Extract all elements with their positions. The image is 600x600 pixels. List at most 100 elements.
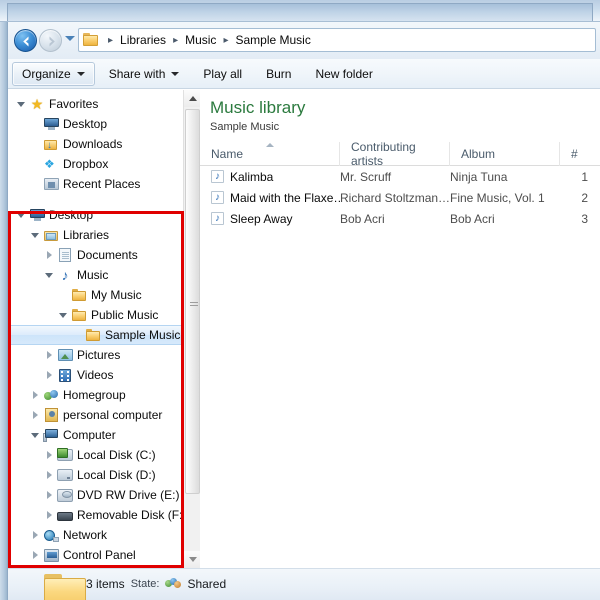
breadcrumb-item-libraries[interactable]: Libraries <box>118 32 168 48</box>
triangle-right-icon[interactable] <box>42 451 56 459</box>
forward-button[interactable] <box>39 29 62 52</box>
network-icon <box>42 529 60 542</box>
triangle-down-icon[interactable] <box>14 212 28 218</box>
tree-item-network[interactable]: Network <box>8 525 183 545</box>
tree-item-label: Libraries <box>63 228 110 242</box>
triangle-down-icon[interactable] <box>14 101 28 107</box>
page-subtitle: Sample Music <box>210 121 280 133</box>
triangle-right-icon[interactable] <box>42 491 56 499</box>
album-cell: Ninja Tuna <box>450 169 508 184</box>
monitor-icon <box>42 118 60 130</box>
triangle-up-icon <box>188 96 197 101</box>
tree-item-downloads[interactable]: ↓ Downloads <box>8 134 183 154</box>
triangle-down-icon[interactable] <box>28 232 42 238</box>
tree-item-personal-computer[interactable]: personal computer <box>8 405 183 425</box>
play-all-button[interactable]: Play all <box>193 62 252 86</box>
dropbox-icon: ❖ <box>44 156 55 171</box>
triangle-right-icon[interactable] <box>42 371 56 379</box>
tree-item-label: My Music <box>91 288 142 302</box>
tree-item-videos[interactable]: Videos <box>8 365 183 385</box>
file-list-pane[interactable]: Music library Sample Music Name Contribut… <box>200 90 600 568</box>
scroll-up-button[interactable] <box>184 90 201 107</box>
homegroup-icon <box>42 389 60 402</box>
triangle-right-icon[interactable] <box>28 411 42 419</box>
tree-item-label: Downloads <box>63 137 123 151</box>
folder-icon <box>70 288 88 302</box>
triangle-right-icon[interactable] <box>42 351 56 359</box>
tree-item-pictures[interactable]: Pictures <box>8 345 183 365</box>
tree-item-favorites[interactable]: ★ Favorites <box>8 94 183 114</box>
tree-item-local-disk-c[interactable]: Local Disk (C:) <box>8 445 183 465</box>
triangle-down-icon[interactable] <box>56 312 70 318</box>
triangle-right-icon[interactable] <box>42 471 56 479</box>
tree-item-label: Network <box>63 528 108 542</box>
tree-item-desktop[interactable]: Desktop <box>8 114 183 134</box>
tree-item-dvd-rw-drive-e[interactable]: DVD RW Drive (E:) <box>8 485 183 505</box>
tree-item-removable-disk-f[interactable]: Removable Disk (F:) <box>8 505 183 525</box>
tree-item-dropbox[interactable]: ❖ Dropbox <box>8 154 183 174</box>
column-header-album[interactable]: Album <box>450 141 560 166</box>
triangle-right-icon[interactable] <box>42 511 56 519</box>
tree-item-public-music[interactable]: Public Music <box>8 305 183 325</box>
column-header-name[interactable]: Name <box>200 141 340 166</box>
column-header-[interactable]: # <box>560 142 600 166</box>
tree-item-sample-music[interactable]: Sample Music <box>8 325 183 345</box>
share-with-button[interactable]: Share with <box>99 62 190 86</box>
navigation-pane[interactable]: ★ Favorites Desktop ↓ Downloads ❖ Dropbox Recen… <box>8 90 183 568</box>
new-folder-button[interactable]: New folder <box>305 62 382 86</box>
track-number-cell: 3 <box>581 211 588 226</box>
triangle-right-icon[interactable] <box>42 251 56 259</box>
column-headers: Name Contributing artists Album # <box>200 140 600 168</box>
table-row[interactable]: ♪ Sleep Away Bob Acri Bob Acri 3 <box>200 208 600 229</box>
chevron-down-icon[interactable] <box>65 36 75 41</box>
explorer-window: ▸ Libraries ▸ Music ▸ Sample Music Organ… <box>0 0 600 600</box>
tree-item-documents[interactable]: Documents <box>8 245 183 265</box>
tree-item-control-panel[interactable]: Control Panel <box>8 545 183 565</box>
triangle-right-icon[interactable] <box>28 551 42 559</box>
contributing-artists-cell: Bob Acri <box>340 211 385 226</box>
column-header-label: Album <box>461 146 496 161</box>
organize-button[interactable]: Organize <box>12 61 95 86</box>
album-cell: Bob Acri <box>450 211 495 226</box>
back-button[interactable] <box>14 29 37 52</box>
tree-item-homegroup[interactable]: Homegroup <box>8 385 183 405</box>
scroll-down-button[interactable] <box>184 551 201 568</box>
tree-item-label: Local Disk (C:) <box>77 448 156 462</box>
table-row[interactable]: ♪ Kalimba Mr. Scruff Ninja Tuna 1 <box>200 166 600 187</box>
contributing-artists-cell: Richard Stoltzman… <box>340 190 450 205</box>
status-details: 3 items State: Shared <box>86 577 226 591</box>
breadcrumb-item-sample-music[interactable]: Sample Music <box>233 32 312 48</box>
tree-item-recent-places[interactable]: Recent Places <box>8 174 183 194</box>
tree-item-label: Favorites <box>49 97 99 111</box>
tree-item-desktop[interactable]: Desktop <box>8 205 183 225</box>
table-row[interactable]: ♪ Maid with the Flaxe… Richard Stoltzman… F… <box>200 187 600 208</box>
breadcrumb-item-music[interactable]: Music <box>183 32 218 48</box>
tree-item-my-music[interactable]: My Music <box>8 285 183 305</box>
drive-icon <box>56 469 74 481</box>
triangle-down-icon[interactable] <box>42 272 56 278</box>
address-bar: ▸ Libraries ▸ Music ▸ Sample Music <box>8 22 600 59</box>
triangle-right-icon[interactable] <box>28 391 42 399</box>
tree-item-label: Videos <box>77 368 114 382</box>
column-header-contributing-artists[interactable]: Contributing artists <box>340 140 450 168</box>
star-icon: ★ <box>30 96 44 112</box>
navigation-pane-scrollbar[interactable] <box>183 90 201 568</box>
page-title: Music library <box>210 98 306 117</box>
breadcrumb[interactable]: ▸ Libraries ▸ Music ▸ Sample Music <box>78 28 596 52</box>
triangle-down-icon[interactable] <box>28 432 42 438</box>
tree-item-libraries[interactable]: Libraries <box>8 225 183 245</box>
triangle-right-icon[interactable] <box>28 531 42 539</box>
item-count-label: 3 items <box>86 577 125 591</box>
tree-item-local-disk-d[interactable]: Local Disk (D:) <box>8 465 183 485</box>
tree-item-computer[interactable]: Computer <box>8 425 183 445</box>
tree-item-label: Documents <box>77 248 138 262</box>
folder-preview-icon <box>44 574 88 600</box>
breadcrumb-separator-2: ▸ <box>223 34 229 46</box>
tree-item-music[interactable]: ♪ Music <box>8 265 183 285</box>
tree-item-label: Music <box>77 268 109 282</box>
dvd-drive-icon <box>56 488 74 502</box>
title-bar-glass <box>7 3 593 21</box>
scrollbar-thumb[interactable] <box>185 109 200 494</box>
usb-drive-icon <box>56 509 74 521</box>
burn-button[interactable]: Burn <box>256 62 301 86</box>
